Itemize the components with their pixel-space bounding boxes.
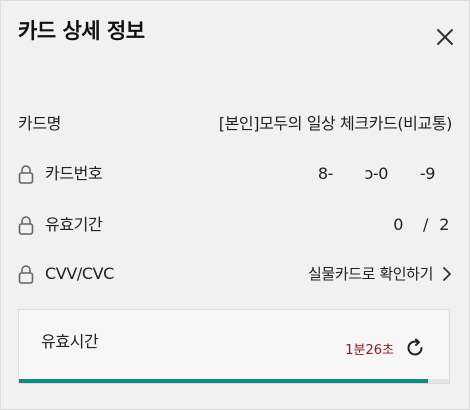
close-icon[interactable]: [433, 25, 457, 49]
card-name-row: 카드명 [본인]모두의 일상 체크카드(비교통): [18, 109, 452, 139]
dialog-title: 카드 상세 정보: [18, 19, 145, 43]
timer-label: 유효시간: [41, 332, 99, 351]
expiry-separator: /: [423, 215, 428, 234]
cvv-link-text: 실물카드로 확인하기: [308, 265, 433, 283]
cvv-label: CVV/CVC: [45, 264, 114, 283]
card-number-part-2: ɔ-0: [364, 164, 388, 183]
card-number-part-1: 8-: [317, 164, 334, 183]
timer-progress-bar: [19, 379, 428, 383]
expiry-year: 2: [439, 215, 449, 234]
refresh-icon[interactable]: [404, 337, 426, 359]
lock-icon: [18, 216, 34, 235]
cvv-row: CVV/CVC 실물카드로 확인하기: [18, 259, 452, 289]
expiry-month: 0: [393, 215, 403, 234]
card-number-row: 카드번호 8- ɔ-0 -9: [18, 159, 452, 189]
timer-progress-track: [19, 379, 449, 383]
expiry-label: 유효기간: [45, 215, 103, 234]
card-detail-sheet: 카드 상세 정보 카드명 [본인]모두의 일상 체크카드(비교통) 카드번호 8…: [0, 0, 470, 410]
validity-timer-box: 유효시간 1분26초: [18, 309, 450, 384]
card-number-label: 카드번호: [45, 164, 103, 183]
check-physical-card-link[interactable]: 실물카드로 확인하기: [308, 259, 452, 289]
expiry-row: 유효기간 0 / 2: [18, 210, 452, 240]
card-number-part-3: -9: [419, 164, 436, 183]
card-name-label: 카드명: [18, 114, 61, 133]
timer-remaining: 1분26초: [345, 343, 394, 358]
card-name-value: [본인]모두의 일상 체크카드(비교통): [218, 114, 453, 133]
chevron-right-icon: [443, 267, 451, 281]
lock-icon: [18, 165, 34, 184]
lock-icon: [18, 265, 34, 284]
